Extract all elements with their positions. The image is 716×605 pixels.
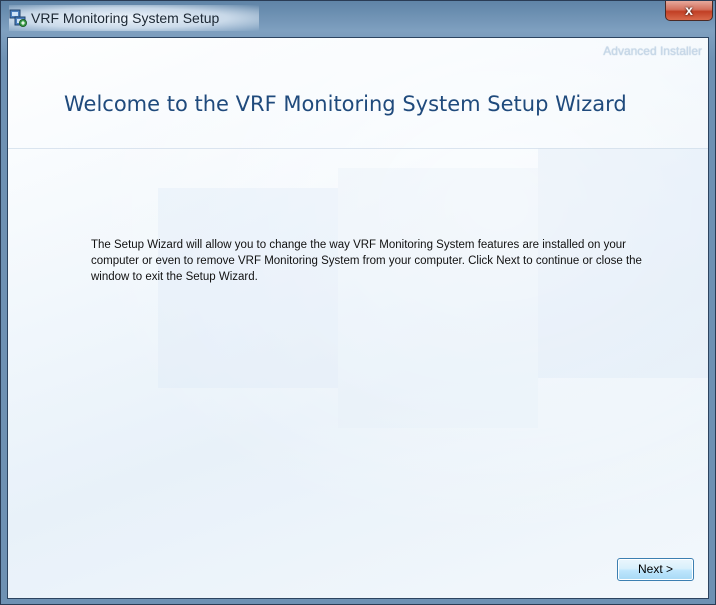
background-pattern [338,168,538,428]
wizard-description: The Setup Wizard will allow you to chang… [91,239,642,283]
installer-icon [9,9,27,27]
setup-window: VRF Monitoring System Setup x Advanced I… [0,0,716,605]
close-button[interactable]: x [665,1,713,21]
advanced-installer-brand: Advanced Installer [603,44,702,58]
window-title: VRF Monitoring System Setup [31,10,220,26]
close-icon: x [685,2,693,18]
header-divider [8,148,708,149]
wizard-panel: Advanced Installer Welcome to the VRF Mo… [7,37,709,599]
wizard-heading: Welcome to the VRF Monitoring System Set… [64,92,627,116]
next-button[interactable]: Next > [617,558,694,581]
title-bar[interactable]: VRF Monitoring System Setup x [1,1,715,37]
background-pattern [158,188,338,388]
